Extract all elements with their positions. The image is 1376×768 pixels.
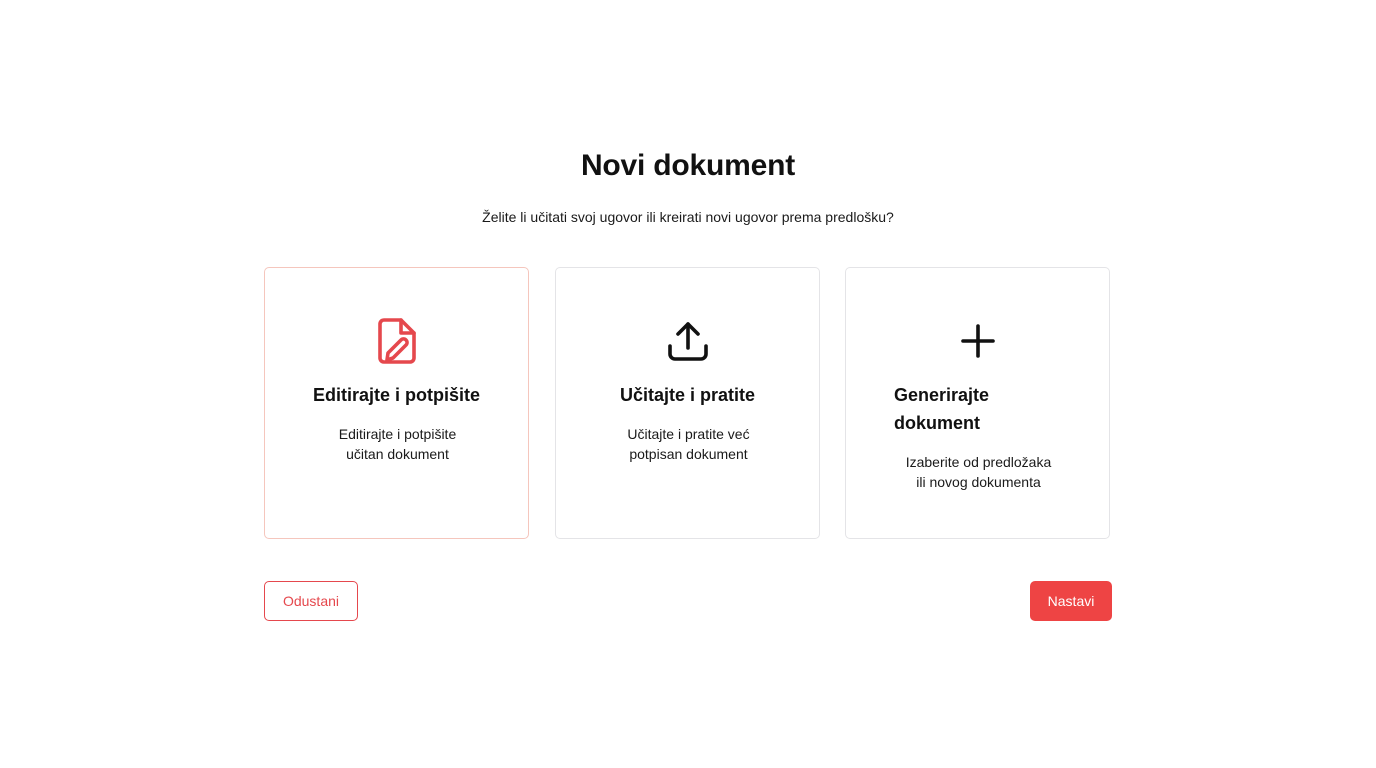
page-subtitle: Želite li učitati svoj ugovor ili kreira… [482, 209, 894, 225]
continue-button[interactable]: Nastavi [1030, 581, 1112, 621]
option-title: Generirajte dokument [894, 381, 1044, 437]
cancel-button[interactable]: Odustani [264, 581, 358, 621]
option-description-line: Editirajte i potpišite [338, 426, 457, 442]
option-description: Učitajte i pratite već potpisan dokument [616, 424, 761, 464]
option-description-line: učitan dokument [346, 446, 449, 462]
file-edit-icon [265, 318, 528, 364]
page-title: Novi dokument [580, 149, 796, 182]
option-description-line: Izaberite od predložaka [905, 454, 1052, 470]
option-card-generate[interactable]: Generirajte dokument Izaberite od predlo… [845, 267, 1110, 539]
option-title: Učitajte i pratite [619, 385, 756, 405]
upload-icon [556, 318, 819, 364]
option-description: Izaberite od predložaka ili novog dokume… [896, 452, 1061, 492]
option-title-line: Generirajte [894, 385, 990, 405]
document-options: Editirajte i potpišite Editirajte i potp… [264, 267, 1112, 541]
option-description-line: ili novog dokumenta [916, 474, 1041, 490]
new-document-page: Novi dokument Želite li učitati svoj ugo… [0, 0, 1376, 768]
option-description-line: potpisan dokument [629, 446, 748, 462]
option-description: Editirajte i potpišite učitan dokument [325, 424, 470, 464]
option-title: Editirajte i potpišite [312, 385, 481, 405]
option-title-line: dokument [894, 413, 981, 433]
option-card-edit-sign[interactable]: Editirajte i potpišite Editirajte i potp… [264, 267, 529, 539]
option-card-upload-track[interactable]: Učitajte i pratite Učitajte i pratite ve… [555, 267, 820, 539]
option-description-line: Učitajte i pratite već [627, 426, 750, 442]
plus-icon [846, 318, 1109, 364]
